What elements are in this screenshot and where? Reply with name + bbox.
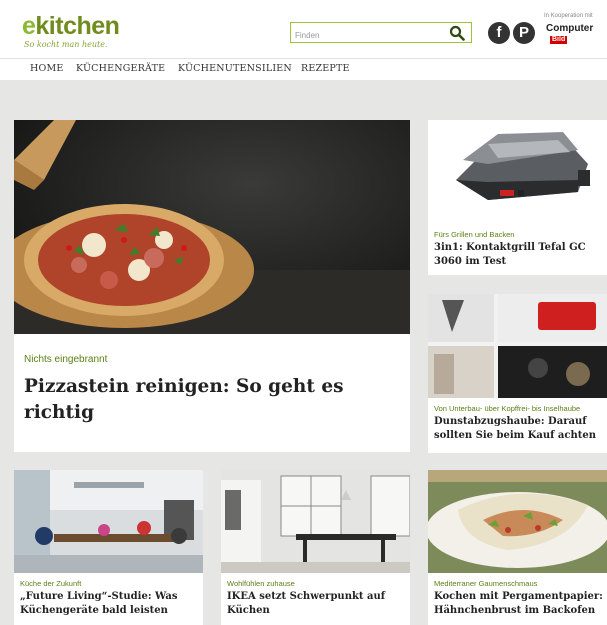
article-kicker: Fürs Grillen und Backen <box>434 230 515 239</box>
chicken-parchment-image[interactable] <box>428 470 607 573</box>
article-title[interactable]: Kochen mit Pergamentpapier: Hähnchenbrus… <box>434 590 607 618</box>
article-kicker: Nichts eingebrannt <box>24 354 108 365</box>
bottom-article-card[interactable]: Wohlfühlen zuhause IKEA setzt Schwerpunk… <box>221 470 410 625</box>
bottom-article-card[interactable]: Mediterraner Gaumenschmaus Kochen mit Pe… <box>428 470 607 625</box>
side-article-card[interactable]: Von Unterbau- über Kopffrei- bis Inselha… <box>428 294 607 453</box>
site-header: ekitchen So kocht man heute. f P In Koop… <box>0 0 607 80</box>
pizza-image[interactable] <box>14 120 410 334</box>
article-kicker: Mediterraner Gaumenschmaus <box>434 579 538 588</box>
cooperation-label: In Kooperation mit <box>544 13 593 19</box>
logo-tagline: So kocht man heute. <box>24 40 108 49</box>
article-title[interactable]: 3in1: Kontaktgrill Tefal GC 3060 im Test <box>434 241 607 269</box>
article-title[interactable]: Pizzastein reinigen: So geht es richtig <box>24 374 404 426</box>
main-nav: HOME KÜCHENGERÄTE KÜCHENUTENSILIEN REZEP… <box>0 58 607 80</box>
nav-rezepte[interactable]: REZEPTE <box>301 63 350 74</box>
computerbild-logo[interactable]: Computer Bild <box>546 24 593 44</box>
bottom-article-card[interactable]: Küche der Zukunft „Future Living“-Studie… <box>14 470 203 625</box>
article-kicker: Wohlfühlen zuhause <box>227 579 295 588</box>
search-input[interactable] <box>291 26 441 45</box>
range-hood-image[interactable] <box>428 294 607 398</box>
search-box <box>290 22 472 45</box>
ekitchen-logo[interactable]: ekitchen So kocht man heute. <box>22 12 120 50</box>
hero-article-card[interactable]: Nichts eingebrannt Pizzastein reinigen: … <box>14 120 410 452</box>
article-title[interactable]: IKEA setzt Schwerpunkt auf Küchen <box>227 590 409 618</box>
pinterest-icon[interactable]: P <box>513 22 535 44</box>
facebook-icon[interactable]: f <box>488 22 510 44</box>
article-kicker: Von Unterbau- über Kopffrei- bis Inselha… <box>434 404 581 413</box>
logo-wordmark: ekitchen <box>22 12 120 40</box>
article-title[interactable]: „Future Living“-Studie: Was Küchengeräte… <box>20 590 202 618</box>
article-title[interactable]: Dunstabzugshaube: Darauf sollten Sie bei… <box>434 415 607 443</box>
article-kicker: Küche der Zukunft <box>20 579 82 588</box>
future-kitchen-image[interactable] <box>14 470 203 573</box>
contact-grill-image[interactable] <box>428 120 607 224</box>
nav-kuechengeraete[interactable]: KÜCHENGERÄTE <box>76 63 165 74</box>
search-icon[interactable] <box>449 25 465 41</box>
ikea-kitchen-image[interactable] <box>221 470 410 573</box>
nav-kuechenutensilien[interactable]: KÜCHENUTENSILIEN <box>178 63 292 74</box>
side-article-card[interactable]: Fürs Grillen und Backen 3in1: Kontaktgri… <box>428 120 607 275</box>
nav-home[interactable]: HOME <box>30 63 64 74</box>
